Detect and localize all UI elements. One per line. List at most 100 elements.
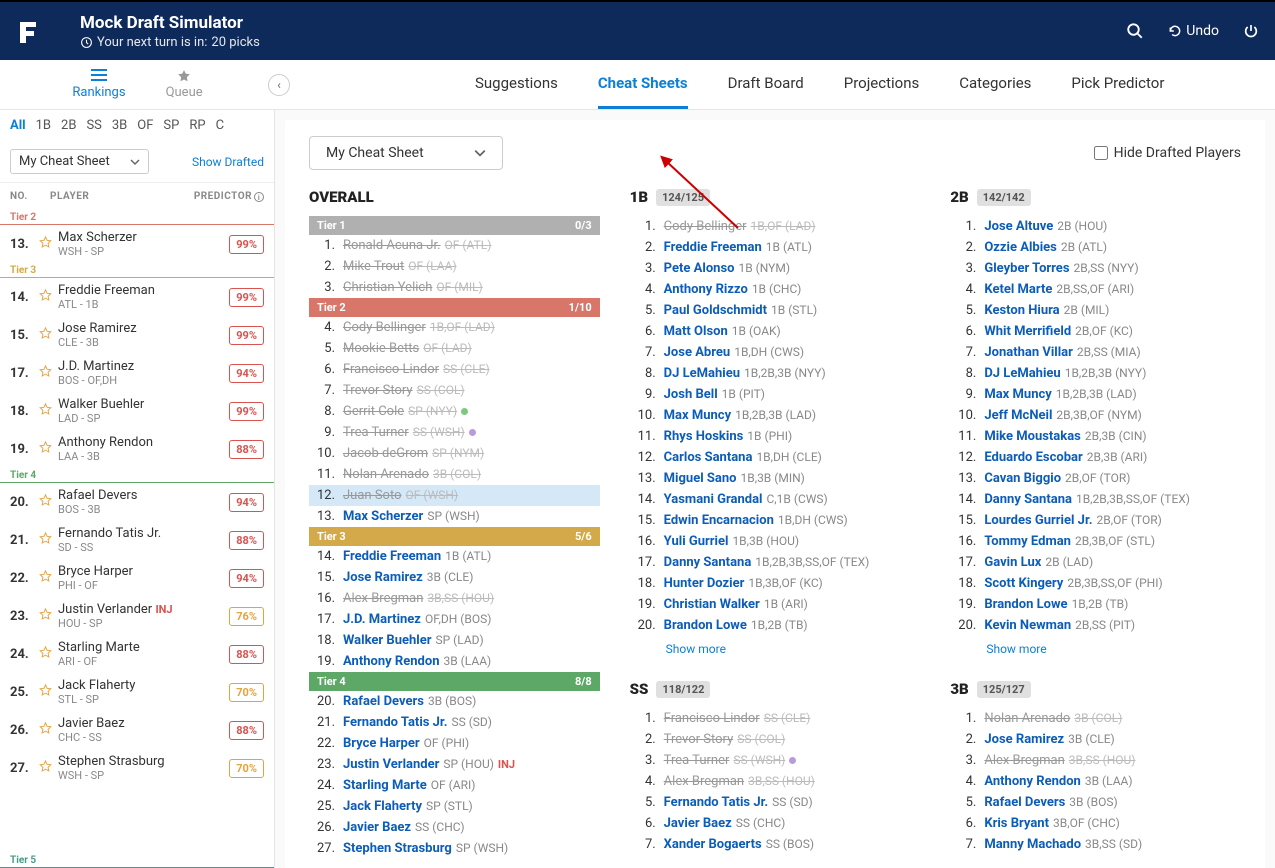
cheat-row[interactable]: 20. Rafael Devers 3B (BOS) [309,691,600,712]
cheat-row[interactable]: 12. Carlos Santana 1B,DH (CLE) [630,447,921,468]
cheat-row[interactable]: 16. Yuli Gurriel 1B,3B (HOU) [630,531,921,552]
star-icon[interactable] [38,569,58,588]
hide-drafted-checkbox[interactable]: Hide Drafted Players [1094,145,1241,161]
player-row[interactable]: 26. Javier Baez CHC - SS 88% [0,711,274,749]
player-row[interactable]: 22. Bryce Harper PHI - OF 94% [0,559,274,597]
player-row[interactable]: 21. Fernando Tatis Jr. SD - SS 88% [0,521,274,559]
cheat-row[interactable]: 11. Rhys Hoskins 1B (PHI) [630,426,921,447]
cheat-row[interactable]: 21. Fernando Tatis Jr. SS (SD) [309,712,600,733]
cheat-row[interactable]: 18. Scott Kingery 2B,3B,SS,OF (PHI) [950,573,1241,594]
undo-button[interactable]: Undo [1168,23,1219,39]
cheat-row[interactable]: 15. Lourdes Gurriel Jr. 2B,OF (TOR) [950,510,1241,531]
player-row[interactable]: 14. Freddie Freeman ATL - 1B 99% [0,278,274,316]
cheat-row[interactable]: 3. Alex Bregman 3B,SS (HOU) [950,750,1241,771]
star-icon[interactable] [38,531,58,550]
cheat-row[interactable]: 14. Danny Santana 1B,2B,3B,SS,OF (TEX) [950,489,1241,510]
cheat-row[interactable]: 23. Justin Verlander SP (HOU) INJ [309,754,600,775]
cheat-row[interactable]: 6. Matt Olson 1B (OAK) [630,321,921,342]
cheat-row[interactable]: 18. Hunter Dozier 1B,3B,OF (KC) [630,573,921,594]
cheat-row[interactable]: 4. Cody Bellinger 1B,OF (LAD) [309,317,600,338]
cheat-row[interactable]: 17. Danny Santana 1B,2B,3B,SS,OF (TEX) [630,552,921,573]
tab-suggestions[interactable]: Suggestions [475,60,558,109]
player-row[interactable]: 13. Max Scherzer WSH - SP 99% [0,225,274,263]
cheat-row[interactable]: 3. Trea Turner SS (WSH) [630,750,921,771]
cheat-row[interactable]: 1. Francisco Lindor SS (CLE) [630,708,921,729]
cheat-row[interactable]: 25. Jack Flaherty SP (STL) [309,796,600,817]
star-icon[interactable] [38,288,58,307]
star-icon[interactable] [38,364,58,383]
cheat-row[interactable]: 17. J.D. Martinez OF,DH (BOS) [309,609,600,630]
cheat-row[interactable]: 16. Tommy Edman 2B,3B,OF (STL) [950,531,1241,552]
content-sheet-select[interactable]: My Cheat Sheet [309,136,503,170]
player-row[interactable]: 20. Rafael Devers BOS - 3B 94% [0,483,274,521]
power-icon[interactable] [1243,23,1259,39]
pos-filter-ss[interactable]: SS [86,118,101,133]
cheat-row[interactable]: 10. Jacob deGrom SP (NYM) [309,443,600,464]
cheat-row[interactable]: 8. Gerrit Cole SP (NYY) [309,401,600,422]
cheat-row[interactable]: 7. Manny Machado 3B,SS (SD) [950,834,1241,855]
cheat-row[interactable]: 19. Anthony Rendon 3B (LAA) [309,651,600,672]
cheat-row[interactable]: 1. Nolan Arenado 3B (COL) [950,708,1241,729]
cheat-row[interactable]: 20. Brandon Lowe 1B,2B (TB) [630,615,921,636]
cheat-row[interactable]: 9. Josh Bell 1B (PIT) [630,384,921,405]
cheat-row[interactable]: 16. Alex Bregman 3B,SS (HOU) [309,588,600,609]
cheat-row[interactable]: 6. Francisco Lindor SS (CLE) [309,359,600,380]
cheat-row[interactable]: 1. Cody Bellinger 1B,OF (LAD) [630,216,921,237]
tab-draft-board[interactable]: Draft Board [728,60,804,109]
cheat-row[interactable]: 4. Ketel Marte 2B,SS,OF (ARI) [950,279,1241,300]
cheat-row[interactable]: 4. Anthony Rizzo 1B (CHC) [630,279,921,300]
cheat-row[interactable]: 7. Xander Bogaerts SS (BOS) [630,834,921,855]
cheat-row[interactable]: 10. Max Muncy 1B,2B,3B (LAD) [630,405,921,426]
pos-filter-c[interactable]: C [216,118,224,133]
cheat-row[interactable]: 5. Mookie Betts OF (LAD) [309,338,600,359]
star-icon[interactable] [38,326,58,345]
collapse-sidebar-button[interactable]: ‹ [268,74,290,96]
cheat-row[interactable]: 5. Paul Goldschmidt 1B (STL) [630,300,921,321]
cheat-row[interactable]: 13. Cavan Biggio 2B,OF (TOR) [950,468,1241,489]
pos-filter-all[interactable]: All [10,118,26,133]
cheat-row[interactable]: 13. Miguel Sano 1B,3B (MIN) [630,468,921,489]
cheat-row[interactable]: 6. Whit Merrifield 2B,OF (KC) [950,321,1241,342]
pos-filter-sp[interactable]: SP [163,118,179,133]
star-icon[interactable] [38,235,58,254]
hide-drafted-input[interactable] [1094,146,1108,160]
cheat-row[interactable]: 2. Ozzie Albies 2B (ATL) [950,237,1241,258]
cheat-row[interactable]: 1. Jose Altuve 2B (HOU) [950,216,1241,237]
cheat-row[interactable]: 19. Christian Walker 1B (ARI) [630,594,921,615]
cheat-row[interactable]: 15. Edwin Encarnacion 1B,DH (CWS) [630,510,921,531]
player-row[interactable]: 27. Stephen Strasburg WSH - SP 70% [0,749,274,787]
player-row[interactable]: 25. Jack Flaherty STL - SP 70% [0,673,274,711]
search-icon[interactable] [1126,22,1144,40]
sidebar-sheet-select[interactable]: My Cheat Sheet [10,149,149,174]
cheat-row[interactable]: 4. Alex Bregman 3B,SS (HOU) [630,771,921,792]
cheat-row[interactable]: 2. Jose Ramirez 3B (CLE) [950,729,1241,750]
player-row[interactable]: 24. Starling Marte ARI - OF 88% [0,635,274,673]
cheat-row[interactable]: 6. Javier Baez SS (CHC) [630,813,921,834]
cheat-row[interactable]: 8. DJ LeMahieu 1B,2B,3B (NYY) [630,363,921,384]
cheat-row[interactable]: 5. Rafael Devers 3B (BOS) [950,792,1241,813]
cheat-row[interactable]: 6. Kris Bryant 3B,OF (CHC) [950,813,1241,834]
cheat-row[interactable]: 18. Walker Buehler SP (LAD) [309,630,600,651]
cheat-row[interactable]: 19. Brandon Lowe 1B,2B (TB) [950,594,1241,615]
cheat-row[interactable]: 14. Yasmani Grandal C,1B (CWS) [630,489,921,510]
star-icon[interactable] [38,440,58,459]
cheat-row[interactable]: 3. Pete Alonso 1B (NYM) [630,258,921,279]
cheat-row[interactable]: 22. Bryce Harper OF (PHI) [309,733,600,754]
player-row[interactable]: 23. Justin Verlander INJ HOU - SP 76% [0,597,274,635]
show-drafted-link[interactable]: Show Drafted [192,155,264,169]
cheat-row[interactable]: 9. Max Muncy 1B,2B,3B (LAD) [950,384,1241,405]
star-icon[interactable] [38,402,58,421]
cheat-row[interactable]: 20. Kevin Newman 2B,SS (PIT) [950,615,1241,636]
cheat-row[interactable]: 11. Nolan Arenado 3B (COL) [309,464,600,485]
cheat-row[interactable]: 2. Mike Trout OF (LAA) [309,256,600,277]
cheat-row[interactable]: 17. Gavin Lux 2B (LAD) [950,552,1241,573]
sidebar-tab-queue[interactable]: Queue [166,69,203,100]
pos-filter-2b[interactable]: 2B [61,118,76,133]
show-more-link[interactable]: Show more [950,636,1241,662]
pos-filter-rp[interactable]: RP [189,118,205,133]
player-row[interactable]: 18. Walker Buehler LAD - SP 99% [0,392,274,430]
player-row[interactable]: 17. J.D. Martinez BOS - OF,DH 94% [0,354,274,392]
cheat-row[interactable]: 3. Christian Yelich OF (MIL) [309,277,600,298]
star-icon[interactable] [38,607,58,626]
cheat-row[interactable]: 15. Jose Ramirez 3B (CLE) [309,567,600,588]
